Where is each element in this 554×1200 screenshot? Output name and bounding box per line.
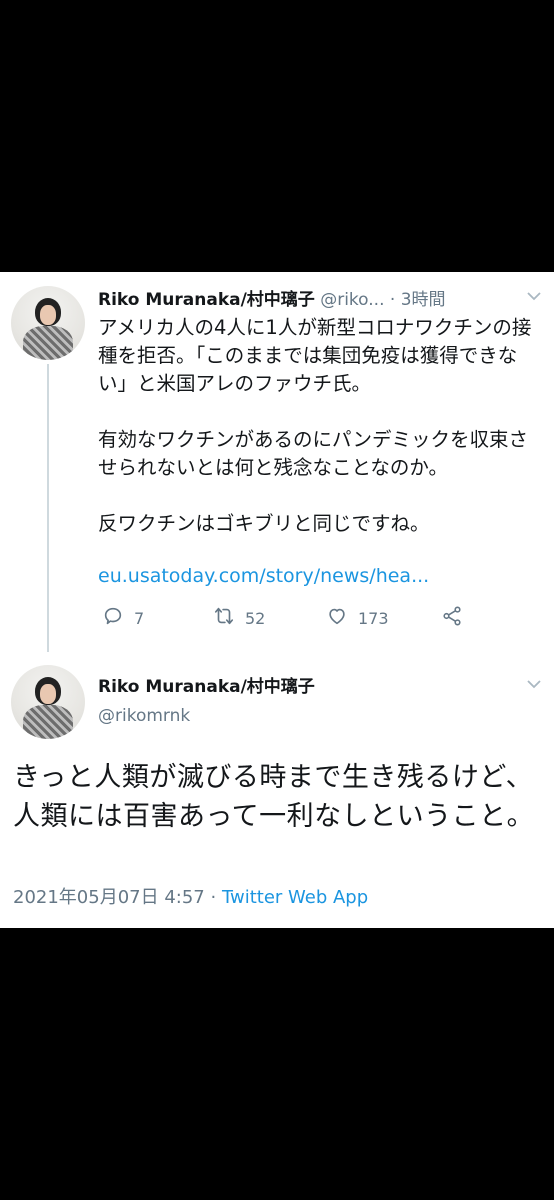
- like-button[interactable]: 173: [326, 605, 389, 631]
- retweet-count: 52: [245, 608, 266, 628]
- avatar-body: [23, 705, 73, 739]
- chevron-down-icon[interactable]: [527, 289, 541, 305]
- tweet-paragraph: 反ワクチンはゴキブリと同じですね。: [98, 512, 430, 535]
- reply-count: 7: [134, 608, 145, 628]
- share-button[interactable]: [441, 605, 463, 631]
- separator-dot: ·: [210, 887, 217, 908]
- retweet-icon: [213, 605, 235, 631]
- author-name[interactable]: Riko Muranaka/村中璃子: [98, 290, 315, 310]
- tweet-header: Riko Muranaka/村中璃子 @rikomrnk: [98, 672, 315, 726]
- author-handle[interactable]: @rikomrnk: [98, 706, 190, 726]
- avatar-face: [40, 684, 56, 704]
- share-icon: [441, 605, 463, 631]
- like-count: 173: [358, 608, 389, 628]
- tweet-text: アメリカ人の4人に1人が新型コロナワクチンの接種を拒否。「このままでは集団免疫は…: [98, 314, 538, 566]
- tweet-meta: 2021年05月07日 4:57 · Twitter Web App: [13, 883, 368, 909]
- avatar-body: [23, 326, 73, 360]
- tweet-card: Riko Muranaka/村中璃子 @riko... · 3時間 アメリカ人の…: [0, 272, 554, 928]
- reply-button[interactable]: 7: [102, 605, 144, 631]
- tweet-link[interactable]: eu.usatoday.com/story/news/hea...: [98, 565, 429, 587]
- avatar[interactable]: [11, 665, 85, 739]
- tweet-source[interactable]: Twitter Web App: [222, 887, 368, 908]
- tweet-header: Riko Muranaka/村中璃子 @riko... · 3時間: [98, 285, 538, 310]
- heart-icon: [326, 605, 348, 631]
- author-name[interactable]: Riko Muranaka/村中璃子: [98, 677, 315, 697]
- chevron-down-icon[interactable]: [527, 677, 541, 693]
- separator-dot: ·: [389, 290, 396, 310]
- tweet-paragraph: アメリカ人の4人に1人が新型コロナワクチンの接種を拒否。「このままでは集団免疫は…: [98, 316, 532, 395]
- reply-icon: [102, 605, 124, 631]
- tweet-actions: 7 52 173: [98, 605, 478, 635]
- author-handle[interactable]: @riko...: [320, 290, 384, 310]
- avatar-face: [40, 305, 56, 325]
- tweet-paragraph: 有効なワクチンがあるのにパンデミックを収束させられないとは何と残念なことなのか。: [98, 428, 528, 479]
- tweet-text: きっと人類が滅びる時まで生き残るけど、人類には百害あって一利なしということ。: [13, 762, 535, 832]
- tweet-date[interactable]: 2021年05月07日 4:57: [13, 887, 205, 908]
- avatar[interactable]: [11, 286, 85, 360]
- tweet-time[interactable]: 3時間: [401, 290, 446, 310]
- retweet-button[interactable]: 52: [213, 605, 265, 631]
- thread-line: [47, 364, 49, 652]
